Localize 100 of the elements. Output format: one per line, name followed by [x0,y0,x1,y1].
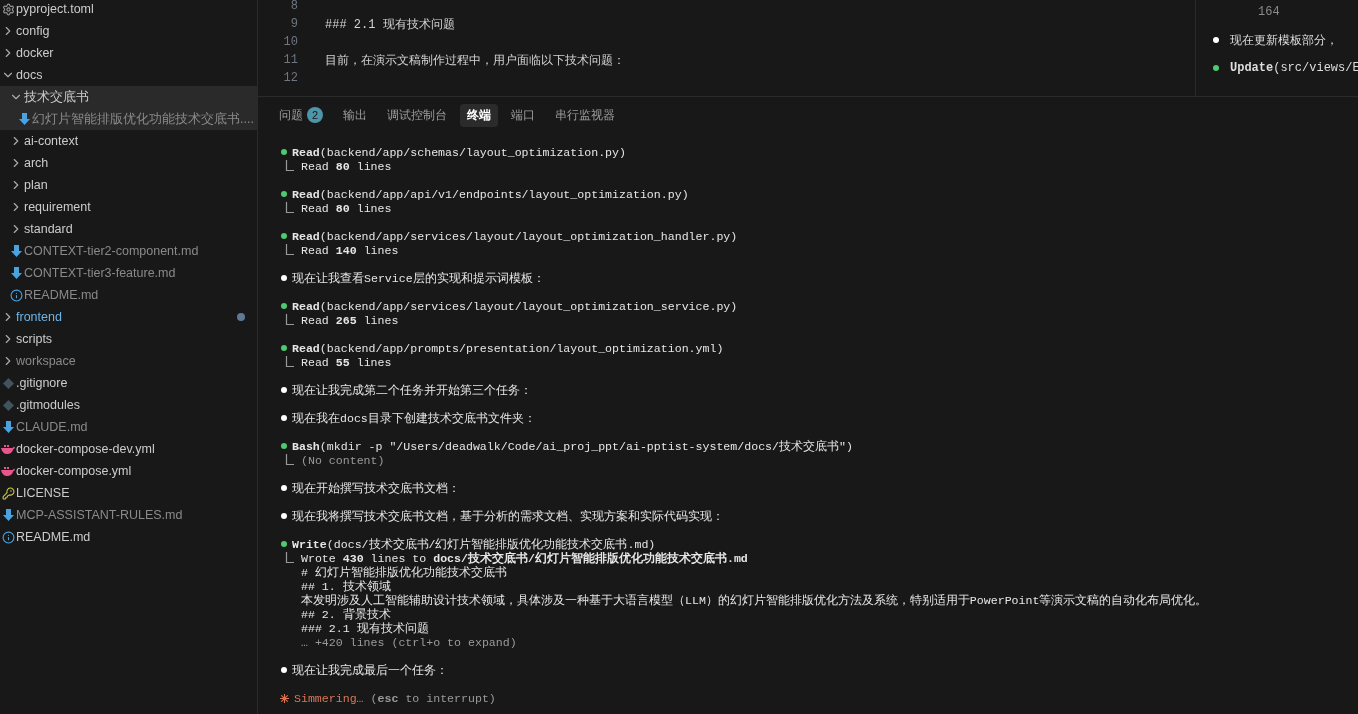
item-label: README.md [16,530,92,544]
folder-item[interactable]: docs [0,64,257,86]
message-dot [1213,37,1219,43]
arrow-down-icon [18,113,30,125]
tree-corner-icon [285,454,294,466]
tool-call: Read(backend/app/api/v1/endpoints/layout_optimization.py) [292,187,689,201]
item-label: CLAUDE.md [16,420,89,434]
file-item[interactable]: CONTEXT-tier2-component.md [0,240,257,262]
item-label: MCP-ASSISTANT-RULES.md [16,508,184,522]
folder-item[interactable]: plan [0,174,257,196]
tool-call: Write(docs/技术交底书/幻灯片智能排版优化功能技术交底书.md) [292,536,656,551]
status-dot [281,541,287,547]
item-label: workspace [16,354,77,368]
folder-item[interactable]: scripts [0,328,257,350]
folder-item[interactable]: 技术交底书 [0,86,257,108]
diamond-icon [2,377,14,389]
assistant-message: 现在我将撰写技术交底书文档，基于分析的需求文档、实现方案和实际代码实现： [292,508,724,524]
item-label: docs [16,68,44,82]
item-label: frontend [16,310,63,324]
tree-corner-icon [285,356,294,368]
assistant-message: 现在让我查看Service层的实现和提示词模板： [292,270,545,286]
file-item[interactable]: CONTEXT-tier3-feature.md [0,262,257,284]
panel-tab[interactable]: 终端 [460,103,498,127]
folder-item[interactable]: requirement [0,196,257,218]
file-item[interactable]: LICENSE [0,482,257,504]
message-dot [281,415,287,421]
asterisk-icon [280,693,289,703]
tool-output: # 幻灯片智能排版优化功能技术交底书 [301,564,507,580]
file-item[interactable]: README.md [0,284,257,306]
folder-item[interactable]: arch [0,152,257,174]
tool-output: ### 2.1 现有技术问题 [301,620,429,636]
item-label: 幻灯片智能排版优化功能技术交底书.... [32,110,255,128]
tool-output: Read 140 lines [301,243,399,257]
line-number: 164 [1258,5,1280,19]
tool-call: Read(backend/app/schemas/layout_optimization.py) [292,145,626,159]
item-label: docker [16,46,55,60]
key-icon [1,486,15,500]
item-label: standard [24,222,74,236]
message-dot [281,667,287,673]
status-dot [281,443,287,449]
line-number: 10 [282,35,298,49]
folder-item[interactable]: standard [0,218,257,240]
tree-corner-icon [285,244,294,256]
folder-item[interactable]: config [0,20,257,42]
item-label: CONTEXT-tier2-component.md [24,244,200,258]
info-icon [9,288,23,302]
status-dot [281,233,287,239]
tool-output: Wrote 430 lines to docs/技术交底书/幻灯片智能排版优化功能技术交底书.md [301,550,748,566]
item-label: ai-context [24,134,80,148]
item-label: pyproject.toml [16,2,95,16]
line-number: 8 [289,0,298,13]
folder-item[interactable]: docker [0,42,257,64]
gear-icon [1,2,15,16]
item-label: config [16,24,51,38]
assistant-message: 现在开始撰写技术交底书文档： [292,480,460,496]
file-item[interactable]: README.md [0,526,257,548]
panel-tab[interactable]: 端口 [504,103,542,127]
tool-output: (No content) [301,453,385,467]
message-dot [281,485,287,491]
status-dot [281,345,287,351]
tool-call: Bash(mkdir -p "/Users/deadwalk/Code/ai_proj_ppt/ai-pptist-system/docs/技术交底书") [292,438,853,454]
line-number: 11 [282,53,298,67]
file-item[interactable]: docker-compose.yml [0,460,257,482]
file-item[interactable]: .gitmodules [0,394,257,416]
panel-tab[interactable]: 输出 [336,103,374,127]
item-label: LICENSE [16,486,71,500]
file-item[interactable]: CLAUDE.md [0,416,257,438]
tool-output: Read 55 lines [301,355,392,369]
file-item[interactable]: pyproject.toml [0,0,257,20]
status-text: Simmering… [294,691,364,705]
item-label: 技术交底书 [24,88,90,106]
status-dot [1213,65,1219,71]
item-label: plan [24,178,49,192]
panel-tab[interactable]: 调试控制台 [380,103,454,127]
tool-output: Read 265 lines [301,313,399,327]
tool-call: Read(backend/app/services/layout/layout_optimization_handler.py) [292,229,738,243]
status-hint: (esc to interrupt) [370,691,496,705]
assistant-message: 现在我在docs目录下创建技术交底书文件夹： [292,410,536,426]
item-label: docker-compose.yml [16,464,133,478]
line-number: 9 [289,17,298,31]
tool-output: ## 1. 技术领域 [301,578,391,594]
folder-item[interactable]: ai-context [0,130,257,152]
tool-output: … +420 lines (ctrl+o to expand) [301,635,517,649]
tool-output: Read 80 lines [301,159,392,173]
file-item[interactable]: MCP-ASSISTANT-RULES.md [0,504,257,526]
modified-dot [237,313,245,321]
tool-output: Read 80 lines [301,201,392,215]
item-label: scripts [16,332,54,346]
arrow-down-icon [2,509,14,521]
file-item[interactable]: .gitignore [0,372,257,394]
folder-item[interactable]: frontend [0,306,257,328]
tree-corner-icon [285,160,294,172]
tool-call: Read(backend/app/prompts/presentation/layout_optimization.yml) [292,341,724,355]
file-item[interactable]: docker-compose-dev.yml [0,438,257,460]
panel-tab[interactable]: 问题 2 [272,103,330,127]
panel-tab[interactable]: 串行监视器 [548,103,622,127]
tree-corner-icon [285,552,294,564]
item-label: README.md [24,288,100,302]
file-item[interactable]: 幻灯片智能排版优化功能技术交底书.... [0,108,257,130]
folder-item[interactable]: workspace [0,350,257,372]
